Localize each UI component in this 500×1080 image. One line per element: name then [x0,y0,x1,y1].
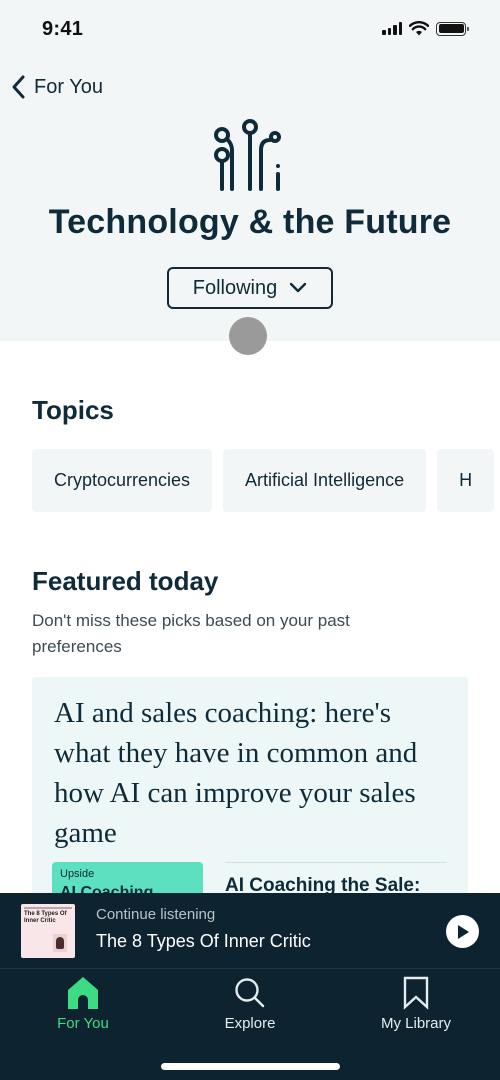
battery-icon [436,21,469,36]
mini-player[interactable]: The 8 Types Of Inner Critic Continue lis… [0,893,500,969]
status-time: 9:41 [42,18,84,40]
continue-listening-label: Continue listening [96,906,216,923]
tab-explore[interactable]: Explore [167,975,333,1045]
play-button[interactable] [446,915,479,948]
tab-for-you[interactable]: For You [0,975,166,1045]
topics-heading: Topics [32,395,114,425]
cellular-signal-icon [382,22,402,35]
tab-label: My Library [380,1015,451,1032]
tab-label: For You [57,1015,109,1032]
wifi-icon [409,21,429,36]
touch-indicator [229,317,267,355]
topics-list: Cryptocurrencies Artificial Intelligence… [32,449,495,512]
player-title: The 8 Types Of Inner Critic [96,931,311,951]
search-icon [235,978,265,1008]
tab-label: Explore [224,1015,276,1032]
player-cover-art: The 8 Types Of Inner Critic [21,904,75,958]
featured-subtitle: Don't miss these picks based on your pas… [32,611,350,656]
circuit-icon [214,119,281,191]
tab-my-library[interactable]: My Library [333,975,499,1045]
featured-headline: AI and sales coaching: here's what they … [54,697,418,849]
topic-chip-partial[interactable]: H [437,449,495,512]
home-indicator[interactable] [161,1063,340,1070]
cover-publisher: Upside [60,868,95,880]
back-button[interactable]: For You [10,74,103,100]
following-label: Following [192,276,278,299]
status-icons [382,21,469,36]
bookmark-icon [403,976,429,1010]
following-dropdown-button[interactable]: Following [167,267,333,309]
card-divider [225,862,447,863]
featured-heading: Featured today [32,566,219,596]
page-title: Technology & the Future [48,203,452,241]
home-icon [68,977,98,1009]
tab-bar: For You Explore My Library [0,969,500,1080]
topic-chip-artificial-intelligence[interactable]: Artificial Intelligence [223,449,427,512]
chevron-down-icon [290,282,307,293]
back-label: For You [34,75,103,98]
play-icon [457,924,469,939]
topic-chip-cryptocurrencies[interactable]: Cryptocurrencies [32,449,213,512]
chevron-left-icon [12,75,25,99]
status-bar: 9:41 [0,0,500,60]
